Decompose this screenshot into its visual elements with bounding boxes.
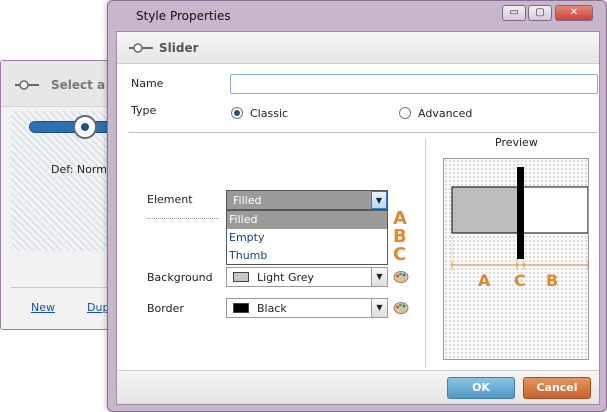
- radio-classic-label[interactable]: Classic: [250, 107, 288, 120]
- dialog-content: Slider Name Type Classic Advanced Elemen…: [116, 31, 600, 405]
- slider-thumb: [73, 115, 97, 139]
- section-title: Slider: [159, 41, 199, 55]
- restore-button[interactable]: ▢: [528, 5, 552, 21]
- dialog-footer: OK Cancel: [117, 370, 599, 404]
- element-label: Element: [147, 193, 193, 206]
- background-window-title: Select a: [51, 78, 106, 92]
- slider-icon: [129, 43, 153, 53]
- element-select-value: Filled: [233, 194, 262, 207]
- slider-icon: [15, 80, 39, 90]
- divider: [11, 287, 121, 288]
- section-header: Slider: [117, 32, 599, 64]
- background-color-swatch: [233, 272, 249, 282]
- preview-letter-c: C: [514, 271, 526, 290]
- slider-track: [29, 121, 109, 133]
- divider: [147, 218, 219, 219]
- border-label: Border: [147, 302, 184, 315]
- dropdown-option-thumb[interactable]: Thumb: [227, 247, 387, 265]
- cancel-button[interactable]: Cancel: [523, 377, 591, 399]
- new-link[interactable]: New: [31, 301, 55, 314]
- chevron-down-icon[interactable]: ▼: [371, 268, 387, 286]
- dialog-title: Style Properties: [136, 9, 231, 23]
- divider: [425, 138, 426, 368]
- name-label: Name: [131, 77, 164, 90]
- preview-panel: A C B: [443, 158, 589, 360]
- style-properties-dialog: Style Properties ▭ ▢ ✕ Slider Name Type …: [107, 0, 607, 412]
- border-color-value: Black: [257, 302, 287, 315]
- border-color-swatch: [233, 303, 249, 313]
- close-button[interactable]: ✕: [555, 5, 593, 21]
- radio-advanced[interactable]: [399, 107, 411, 119]
- element-select[interactable]: Filled ▼: [226, 190, 388, 210]
- palette-icon[interactable]: [393, 301, 409, 315]
- palette-icon[interactable]: [393, 270, 409, 284]
- element-dropdown-list: Filled Empty Thumb: [226, 210, 388, 265]
- radio-classic[interactable]: [231, 107, 243, 119]
- background-label: Background: [147, 271, 213, 284]
- preview-letter-b: B: [546, 271, 559, 290]
- background-window-header: Select a: [1, 61, 121, 107]
- dropdown-option-filled[interactable]: Filled: [227, 211, 387, 229]
- background-color-value: Light Grey: [257, 271, 315, 284]
- background-color-select[interactable]: Light Grey ▼: [226, 267, 388, 287]
- slider-preview: [451, 167, 588, 271]
- chevron-down-icon[interactable]: ▼: [371, 191, 387, 209]
- element-letter-c: C: [393, 244, 407, 265]
- dropdown-option-empty[interactable]: Empty: [227, 229, 387, 247]
- chevron-down-icon[interactable]: ▼: [371, 299, 387, 317]
- preview-letter-a: A: [478, 271, 491, 290]
- divider: [129, 132, 597, 133]
- minimize-button[interactable]: ▭: [502, 5, 526, 21]
- type-label: Type: [131, 104, 157, 117]
- default-style-text: Def: Norma: [51, 163, 114, 176]
- preview-label: Preview: [495, 136, 538, 149]
- name-input[interactable]: [230, 74, 598, 94]
- ok-button[interactable]: OK: [447, 377, 515, 399]
- background-window: Select a Def: Norma New Dup: [0, 60, 122, 330]
- radio-advanced-label[interactable]: Advanced: [418, 107, 472, 120]
- border-color-select[interactable]: Black ▼: [226, 298, 388, 318]
